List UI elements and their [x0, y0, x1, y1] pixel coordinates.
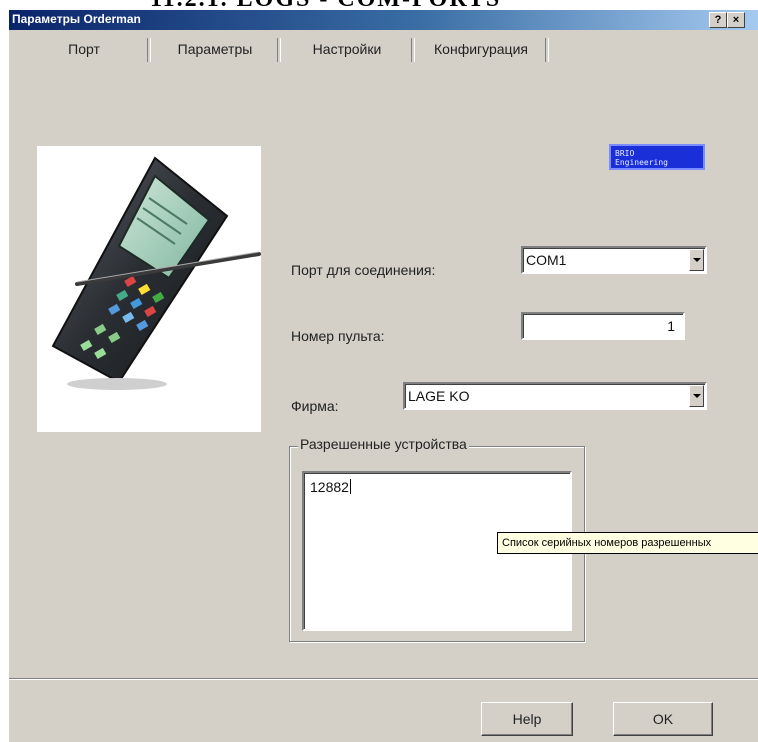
tab-separator: [545, 38, 549, 62]
tab-separator: [147, 38, 151, 62]
handheld-terminal-image: [51, 156, 261, 390]
allowed-devices-value: 12882: [310, 479, 351, 495]
console-number-field[interactable]: 1: [521, 312, 685, 340]
title-bar[interactable]: Параметры Orderman ? ×: [9, 10, 758, 30]
console-number-value: 1: [667, 318, 675, 334]
allowed-devices-label: Разрешенные устройства: [298, 436, 469, 452]
tab-configuration[interactable]: Конфигурация: [417, 36, 545, 62]
chevron-down-icon[interactable]: [689, 385, 704, 407]
devices-tooltip: Список серийных номеров разрешенных: [497, 532, 758, 554]
ok-button[interactable]: OK: [613, 702, 713, 736]
title-close-button[interactable]: ×: [727, 12, 745, 28]
port-select[interactable]: COM1: [521, 246, 707, 274]
logo-line-2: Engineering: [615, 158, 668, 167]
tab-separator: [411, 38, 415, 62]
brio-engineering-logo: BRIO Engineering: [609, 144, 705, 170]
footer-divider: [9, 678, 758, 680]
port-select-value: COM1: [526, 252, 567, 268]
tab-parameters[interactable]: Параметры: [154, 36, 276, 62]
help-button[interactable]: Help: [481, 702, 573, 736]
text-caret: [349, 479, 351, 494]
window-title: Параметры Orderman: [12, 12, 141, 26]
console-number-label: Номер пульта:: [291, 328, 385, 344]
device-photo: [37, 146, 261, 432]
tab-settings[interactable]: Настройки: [283, 36, 411, 62]
tab-separator: [277, 38, 281, 62]
chevron-down-icon[interactable]: [689, 249, 704, 271]
company-label: Фирма:: [291, 398, 339, 414]
title-help-button[interactable]: ?: [709, 12, 727, 28]
dialog-window: Параметры Orderman ? × Порт Параметры На…: [8, 10, 758, 742]
tab-strip: Порт Параметры Настройки Конфигурация: [9, 30, 758, 78]
company-select[interactable]: LAGE KO: [403, 382, 707, 410]
port-label: Порт для соединения:: [291, 262, 436, 278]
logo-line-1: BRIO: [615, 149, 635, 158]
company-select-value: LAGE KO: [408, 388, 470, 404]
tab-port[interactable]: Порт: [29, 36, 139, 62]
